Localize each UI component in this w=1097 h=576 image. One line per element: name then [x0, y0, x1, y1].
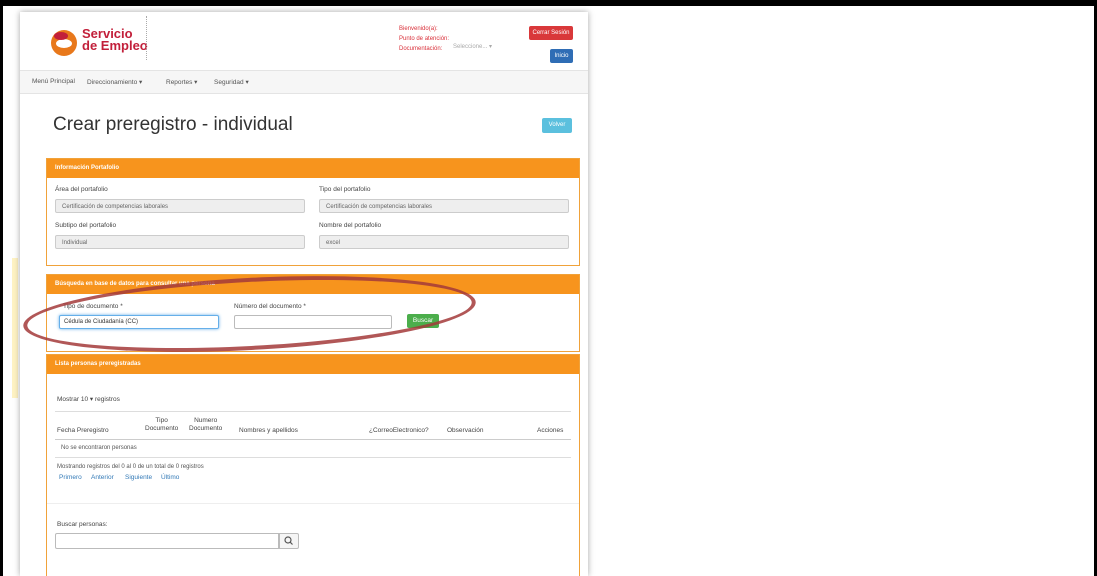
search-persons-input[interactable] — [55, 533, 279, 549]
attention-point-label: Punto de atención: — [399, 36, 450, 42]
col-nombres-apellidos[interactable]: Nombres y apellidos — [239, 427, 298, 435]
col-observacion[interactable]: Observación — [447, 427, 484, 435]
black-frame-left — [0, 0, 3, 576]
portfolio-name-label: Nombre del portafolio — [319, 222, 382, 229]
header-separator — [146, 16, 148, 60]
col-acciones[interactable]: Acciones — [537, 427, 563, 435]
search-persons-label: Buscar personas: — [57, 521, 108, 528]
header-user-info: Bienvenido(a): Punto de atención: Docume… — [399, 24, 449, 54]
col-fecha-preregistro[interactable]: Fecha Preregistro — [57, 427, 109, 435]
nav-item-reportes[interactable]: Reportes ▾ — [166, 78, 197, 86]
page-size-select[interactable]: 10 ▾ — [81, 396, 93, 403]
area-field: Certificación de competencias laborales — [55, 199, 305, 213]
documentation-label: Documentación: — [399, 46, 443, 52]
table-bottom-divider — [55, 457, 571, 458]
logo-mark-icon — [51, 30, 77, 56]
table-header-divider — [55, 439, 571, 440]
page-size-control: Mostrar 10 ▾ registros — [57, 395, 120, 403]
pagination-next[interactable]: Siguiente — [125, 474, 152, 481]
page-title: Crear preregistro - individual — [53, 114, 293, 135]
list-panel-header: Lista personas preregistradas — [47, 355, 579, 374]
pagination-first[interactable]: Primero — [59, 474, 82, 481]
empty-table-message: No se encontraron personas — [61, 445, 137, 451]
area-label: Área del portafolio — [55, 186, 108, 193]
search-persons-button[interactable] — [279, 533, 299, 549]
back-button[interactable]: Volver — [542, 118, 572, 133]
documentation-select[interactable]: Seleccione... ▾ — [453, 43, 492, 50]
col-numero-documento[interactable]: Numero Documento — [189, 417, 222, 433]
side-highlight-strip — [12, 258, 18, 398]
pagination-previous[interactable]: Anterior — [91, 474, 114, 481]
nav-item-seguridad[interactable]: Seguridad ▾ — [214, 78, 249, 86]
magnifier-icon — [284, 536, 293, 545]
divider — [55, 411, 571, 412]
logo-line-2: de Empleo — [82, 38, 148, 53]
logout-button[interactable]: Cerrar Sesión — [529, 26, 573, 40]
subtype-label: Subtipo del portafolio — [55, 222, 117, 229]
pagination-last[interactable]: Último — [161, 474, 179, 481]
col-tipo-documento[interactable]: Tipo Documento — [145, 417, 178, 433]
portfolio-name-field: excel — [319, 235, 569, 249]
app-screenshot: Servicio de Empleo Bienvenido(a): Punto … — [20, 12, 588, 576]
main-navbar: Menú Principal Direccionamiento ▾ Report… — [20, 70, 588, 94]
black-frame-top — [0, 0, 1097, 6]
logo-text: Servicio de Empleo — [82, 27, 148, 53]
home-button[interactable]: Inicio — [550, 49, 573, 63]
servicio-de-empleo-logo[interactable]: Servicio de Empleo — [51, 26, 151, 60]
type-field: Certificación de competencias laborales — [319, 199, 569, 213]
section-divider — [47, 503, 579, 504]
portfolio-panel-header: Información Portafolio — [47, 159, 579, 178]
records-summary: Mostrando registros del 0 al 0 de un tot… — [57, 464, 204, 470]
show-label: Mostrar — [57, 396, 80, 403]
nav-item-direccionamiento[interactable]: Direccionamiento ▾ — [87, 78, 142, 86]
welcome-label: Bienvenido(a): — [399, 26, 438, 32]
subtype-field: Individual — [55, 235, 305, 249]
col-correo-electronico[interactable]: ¿CorreoElectronico? — [369, 427, 429, 435]
records-label: registros — [94, 396, 120, 403]
type-label: Tipo del portafolio — [319, 186, 371, 193]
portfolio-info-panel: Información Portafolio Área del portafol… — [46, 158, 580, 266]
nav-item-main-menu[interactable]: Menú Principal — [32, 78, 75, 85]
preregistered-list-panel: Lista personas preregistradas Mostrar 10… — [46, 354, 580, 576]
